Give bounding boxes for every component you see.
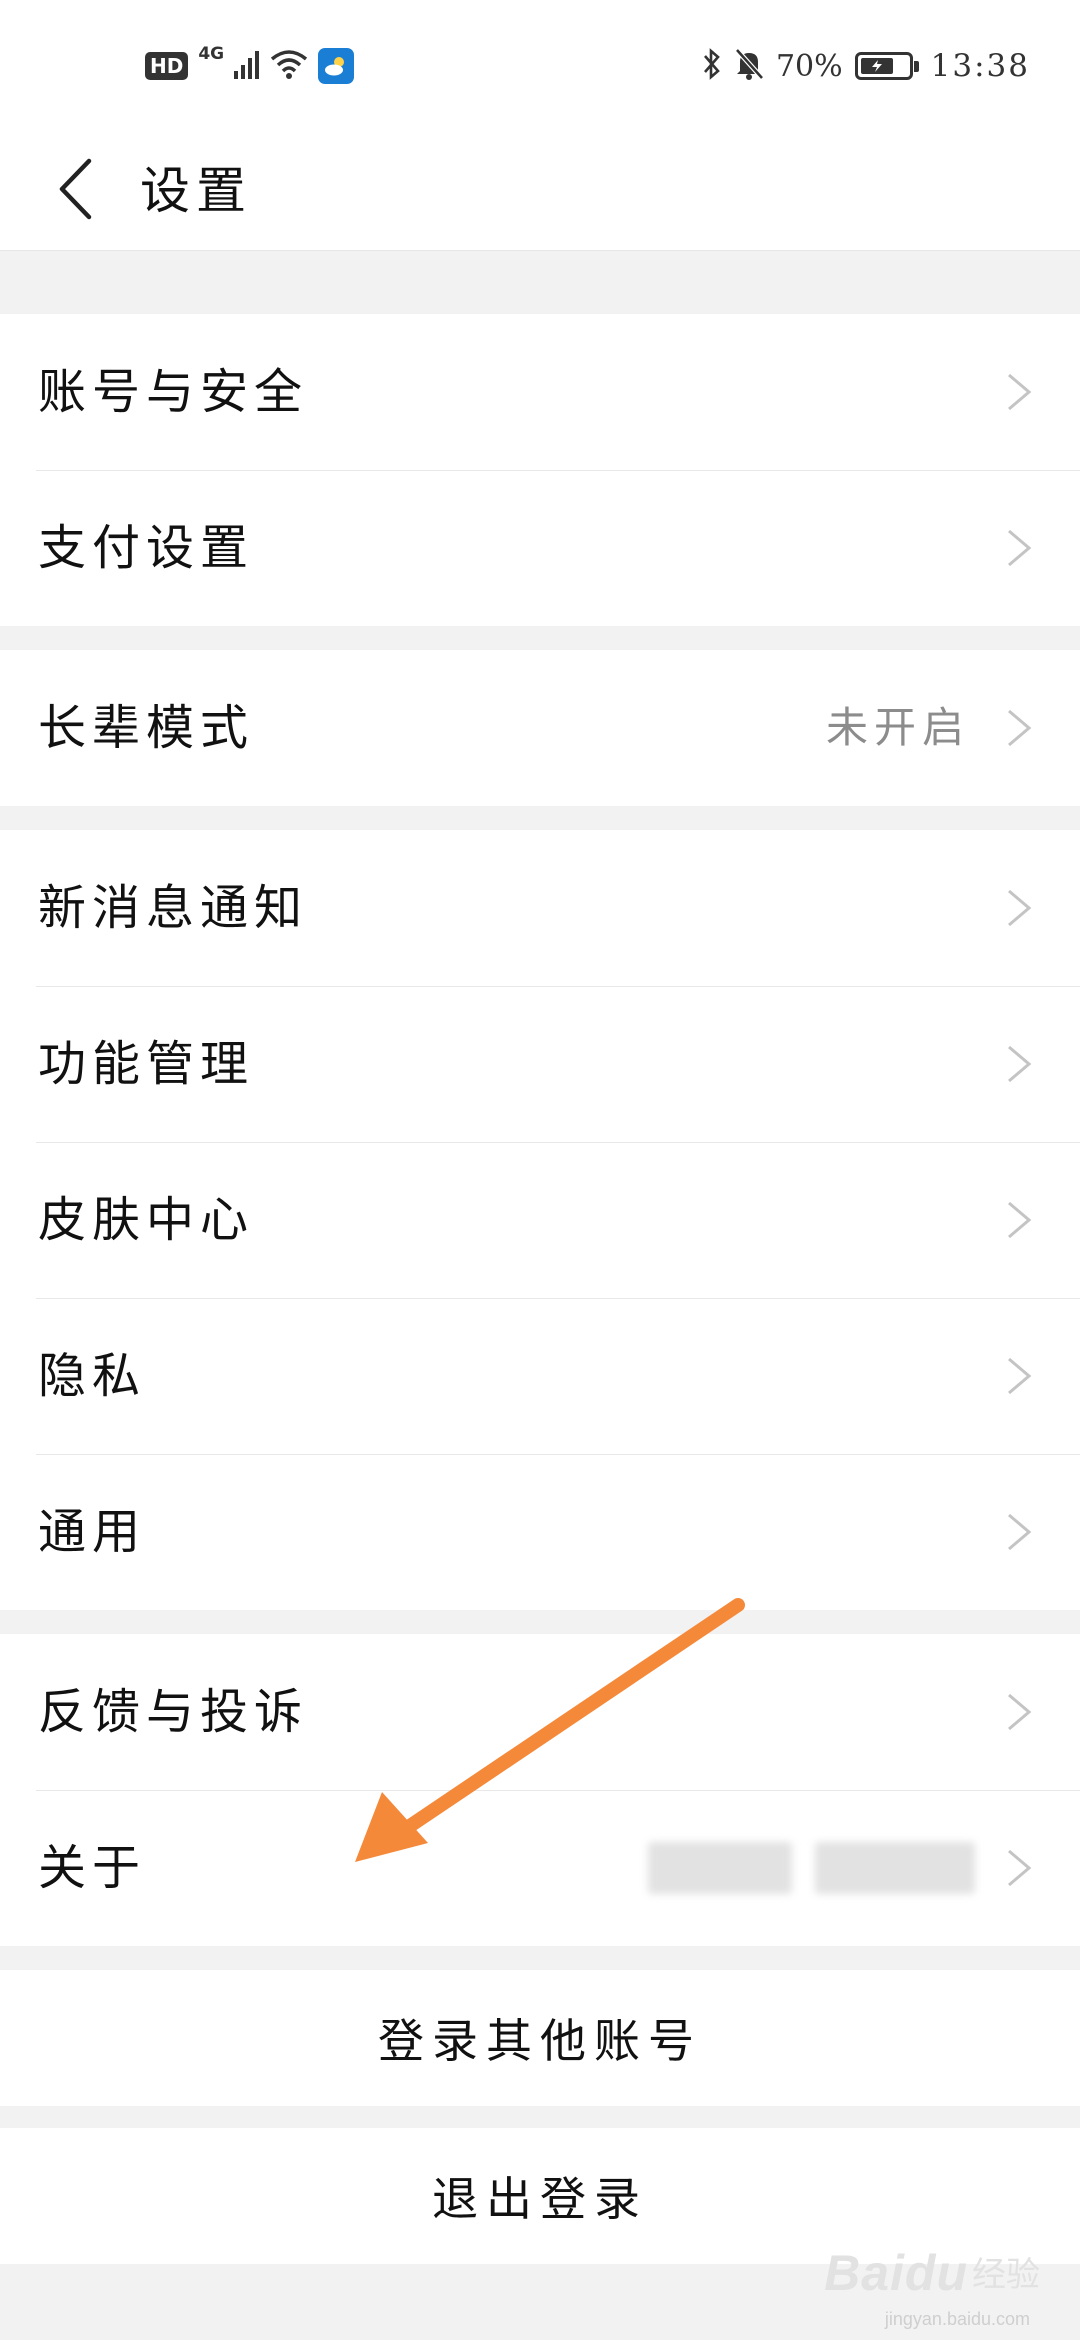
signal-icon [234, 49, 260, 83]
watermark-url: jingyan.baidu.com [884, 2309, 1030, 2329]
row-new-message-notify[interactable]: 新消息通知 [0, 830, 1080, 986]
row-label: 反馈与投诉 [38, 1684, 309, 1740]
back-arrow-icon [57, 158, 93, 224]
row-feature-management[interactable]: 功能管理 [0, 986, 1080, 1142]
mute-bell-icon [734, 47, 764, 85]
row-skin-center[interactable]: 皮肤中心 [0, 1142, 1080, 1298]
row-feedback[interactable]: 反馈与投诉 [0, 1634, 1080, 1790]
page-title: 设置 [140, 162, 252, 220]
chevron-right-icon [1004, 708, 1034, 748]
chevron-right-icon [1004, 1692, 1034, 1732]
blurred-version-text [648, 1842, 792, 1894]
chevron-right-icon [1004, 1044, 1034, 1084]
settings-group-support: 反馈与投诉 关于 [0, 1634, 1080, 1946]
chevron-right-icon [1004, 888, 1034, 928]
row-general[interactable]: 通用 [0, 1454, 1080, 1610]
watermark-text: 经验 [972, 2255, 1040, 2295]
chevron-right-icon [1004, 528, 1034, 568]
row-payment-settings[interactable]: 支付设置 [0, 470, 1080, 626]
bluetooth-icon [702, 47, 722, 85]
row-label: 隐私 [38, 1348, 147, 1404]
clock: 13:38 [930, 48, 1030, 84]
settings-group-general: 新消息通知 功能管理 皮肤中心 隐私 通用 [0, 830, 1080, 1610]
status-bar: HD 4G 70% 13:38 [0, 0, 1080, 132]
login-other-account-button[interactable]: 登录其他账号 [0, 1970, 1080, 2106]
battery-level [860, 58, 893, 74]
chevron-right-icon [1004, 372, 1034, 412]
wifi-icon [270, 49, 308, 83]
weather-icon [318, 48, 355, 84]
back-button[interactable] [40, 146, 110, 236]
row-privacy[interactable]: 隐私 [0, 1298, 1080, 1454]
chevron-right-icon [1004, 1200, 1034, 1240]
row-label: 皮肤中心 [38, 1192, 255, 1248]
status-right: 70% 13:38 [702, 42, 1030, 90]
chevron-right-icon [1004, 1356, 1034, 1396]
row-account-security[interactable]: 账号与安全 [0, 314, 1080, 470]
row-elder-mode[interactable]: 长辈模式 未开启 [0, 650, 1080, 806]
settings-group-elder: 长辈模式 未开启 [0, 650, 1080, 806]
chevron-right-icon [1004, 1512, 1034, 1552]
row-label: 通用 [38, 1504, 147, 1560]
battery-icon [854, 52, 919, 80]
row-label: 功能管理 [38, 1036, 255, 1092]
watermark: Baidu 经验 [824, 2244, 1040, 2302]
chevron-right-icon [1004, 1848, 1034, 1888]
row-label: 新消息通知 [38, 880, 309, 936]
row-label: 支付设置 [38, 520, 255, 576]
settings-group-account: 账号与安全 支付设置 [0, 314, 1080, 626]
app-header: 设置 [0, 132, 1080, 251]
row-label: 长辈模式 [38, 700, 255, 756]
network-type: 4G [198, 44, 225, 64]
blurred-version-text [815, 1842, 975, 1894]
watermark-logo: Baidu [824, 2245, 968, 2301]
row-about[interactable]: 关于 [0, 1790, 1080, 1946]
row-value: 未开启 [825, 703, 970, 752]
hd-badge: HD [145, 52, 189, 80]
row-label: 账号与安全 [38, 364, 309, 420]
status-left: HD 4G [145, 42, 355, 90]
battery-percent: 70% [775, 48, 843, 84]
row-label: 关于 [38, 1840, 147, 1896]
